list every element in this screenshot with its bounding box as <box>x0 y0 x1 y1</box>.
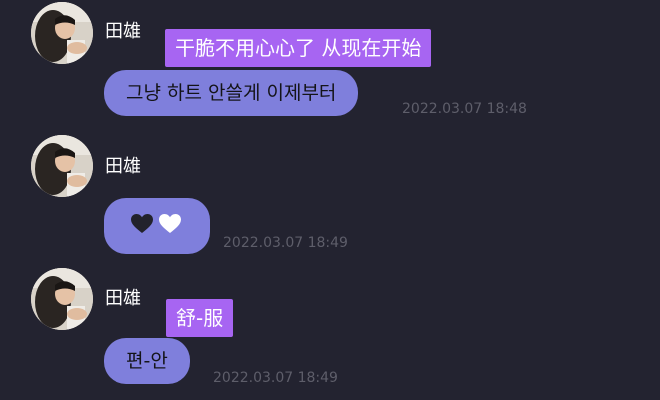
message-bubble[interactable]: 편-안 <box>104 338 190 384</box>
avatar-photo-icon <box>31 2 93 64</box>
message-bubble[interactable]: 그냥 하트 안쓸게 이제부터 <box>104 70 359 116</box>
message-timestamp: 2022.03.07 18:49 <box>213 370 338 386</box>
message-timestamp: 2022.03.07 18:48 <box>402 101 527 117</box>
highlight-caption: 舒-服 <box>166 299 234 337</box>
message-text: 그냥 하트 안쓸게 이제부터 <box>126 82 337 104</box>
message-timestamp: 2022.03.07 18:49 <box>223 235 348 251</box>
avatar-photo-icon <box>31 135 93 197</box>
message-text: 편-안 <box>126 350 168 372</box>
sender-avatar[interactable] <box>31 135 93 197</box>
black-heart-icon <box>131 214 153 233</box>
sender-name: 田雄 <box>105 21 141 42</box>
white-heart-icon <box>159 214 181 233</box>
chat-thread: 田雄 干脆不用心心了 从现在开始 그냥 하트 안쓸게 이제부터 2022.03.… <box>0 0 660 400</box>
highlight-caption: 干脆不用心心了 从现在开始 <box>165 29 432 67</box>
emoji-bubble[interactable] <box>104 198 210 254</box>
hearts-row <box>130 212 182 236</box>
sender-name: 田雄 <box>105 156 141 177</box>
avatar-photo-icon <box>31 268 93 330</box>
sender-avatar[interactable] <box>31 2 93 64</box>
sender-name: 田雄 <box>105 288 141 309</box>
sender-avatar[interactable] <box>31 268 93 330</box>
